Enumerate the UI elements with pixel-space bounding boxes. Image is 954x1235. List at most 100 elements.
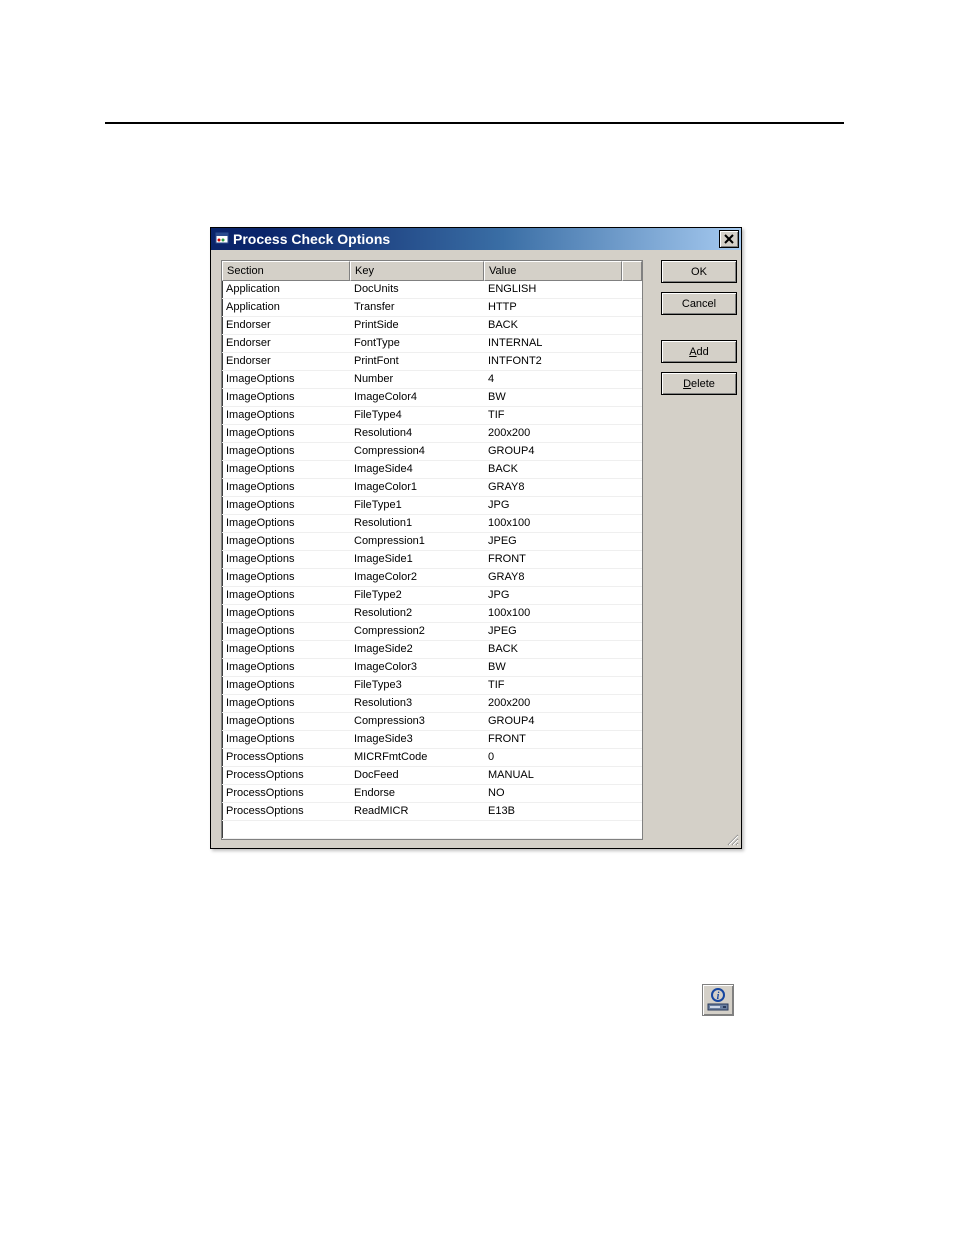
table-row[interactable]: ImageOptionsFileType3TIF	[222, 677, 642, 695]
table-row[interactable]: ProcessOptionsReadMICRE13B	[222, 803, 642, 821]
table-row[interactable]: ImageOptionsResolution3200x200	[222, 695, 642, 713]
cell-spacer	[622, 677, 642, 695]
cell-spacer	[622, 389, 642, 407]
cell-spacer	[622, 497, 642, 515]
table-row[interactable]: EndorserPrintSideBACK	[222, 317, 642, 335]
cell-key: ImageSide1	[350, 551, 484, 569]
header-value[interactable]: Value	[484, 261, 622, 281]
cell-key: Compression1	[350, 533, 484, 551]
cell-value: ENGLISH	[484, 281, 622, 299]
table-row[interactable]: ImageOptionsResolution1100x100	[222, 515, 642, 533]
cell-key: ImageSide3	[350, 731, 484, 749]
header-section[interactable]: Section	[222, 261, 350, 281]
cell-spacer	[622, 569, 642, 587]
cell-key: ImageColor3	[350, 659, 484, 677]
resize-grip[interactable]	[725, 832, 739, 846]
cell-value: MANUAL	[484, 767, 622, 785]
table-row[interactable]: ImageOptionsFileType2JPG	[222, 587, 642, 605]
table-row[interactable]: ImageOptionsImageSide2BACK	[222, 641, 642, 659]
close-button[interactable]	[719, 230, 739, 248]
table-row[interactable]: ImageOptionsFileType1JPG	[222, 497, 642, 515]
add-button[interactable]: Add	[661, 340, 737, 363]
cell-value: GRAY8	[484, 569, 622, 587]
table-row[interactable]: ImageOptionsImageColor1GRAY8	[222, 479, 642, 497]
cell-section: Application	[222, 281, 350, 299]
table-row[interactable]: ImageOptionsCompression2JPEG	[222, 623, 642, 641]
cell-value: BW	[484, 659, 622, 677]
table-row[interactable]: ApplicationTransferHTTP	[222, 299, 642, 317]
cell-key: FontType	[350, 335, 484, 353]
table-row[interactable]: ImageOptionsImageColor2GRAY8	[222, 569, 642, 587]
cell-section: ImageOptions	[222, 659, 350, 677]
table-row[interactable]: ApplicationDocUnitsENGLISH	[222, 281, 642, 299]
table-row[interactable]: ProcessOptionsEndorseNO	[222, 785, 642, 803]
cell-value: TIF	[484, 407, 622, 425]
table-row[interactable]: EndorserPrintFontINTFONT2	[222, 353, 642, 371]
table-row[interactable]: ImageOptionsImageSide1FRONT	[222, 551, 642, 569]
cell-section: ImageOptions	[222, 515, 350, 533]
cell-spacer	[622, 659, 642, 677]
titlebar[interactable]: Process Check Options	[211, 228, 741, 250]
cell-key: ImageSide2	[350, 641, 484, 659]
delete-button[interactable]: Delete	[661, 372, 737, 395]
cell-key: ImageColor4	[350, 389, 484, 407]
table-row[interactable]: EndorserFontTypeINTERNAL	[222, 335, 642, 353]
cell-key: FileType3	[350, 677, 484, 695]
cell-spacer	[622, 785, 642, 803]
cell-section: ImageOptions	[222, 497, 350, 515]
table-row[interactable]: ImageOptionsImageColor3BW	[222, 659, 642, 677]
cell-value: FRONT	[484, 551, 622, 569]
table-row[interactable]: ProcessOptionsDocFeedMANUAL	[222, 767, 642, 785]
cell-key: ImageSide4	[350, 461, 484, 479]
table-row[interactable]: ImageOptionsNumber4	[222, 371, 642, 389]
cancel-button[interactable]: Cancel	[661, 292, 737, 315]
cell-section: ImageOptions	[222, 605, 350, 623]
cell-section: ImageOptions	[222, 443, 350, 461]
table-row[interactable]: ImageOptionsCompression4GROUP4	[222, 443, 642, 461]
cell-spacer	[622, 281, 642, 299]
cell-section: ImageOptions	[222, 677, 350, 695]
cell-spacer	[622, 551, 642, 569]
cell-spacer	[622, 335, 642, 353]
table-row[interactable]: ImageOptionsResolution2100x100	[222, 605, 642, 623]
cell-spacer	[622, 605, 642, 623]
cell-section: ImageOptions	[222, 623, 350, 641]
table-row[interactable]: ImageOptionsCompression3GROUP4	[222, 713, 642, 731]
cell-value: 200x200	[484, 425, 622, 443]
cell-section: ImageOptions	[222, 713, 350, 731]
ok-button[interactable]: OK	[661, 260, 737, 283]
cell-value: HTTP	[484, 299, 622, 317]
cell-value: 200x200	[484, 695, 622, 713]
info-scanner-icon[interactable]: i	[702, 984, 734, 1016]
cell-spacer	[622, 641, 642, 659]
table-row[interactable]: ImageOptionsImageColor4BW	[222, 389, 642, 407]
cell-key: Number	[350, 371, 484, 389]
table-row[interactable]: ProcessOptionsMICRFmtCode0	[222, 749, 642, 767]
cell-value: BACK	[484, 641, 622, 659]
cell-value: NO	[484, 785, 622, 803]
cell-spacer	[622, 533, 642, 551]
cell-key: Resolution3	[350, 695, 484, 713]
table-row[interactable]: ImageOptionsResolution4200x200	[222, 425, 642, 443]
button-column: OK Cancel Add Delete	[643, 260, 737, 840]
cell-value: BACK	[484, 461, 622, 479]
listview-body[interactable]: ApplicationDocUnitsENGLISHApplicationTra…	[222, 281, 642, 839]
table-row[interactable]: ImageOptionsFileType4TIF	[222, 407, 642, 425]
table-row[interactable]: ImageOptionsCompression1JPEG	[222, 533, 642, 551]
cell-spacer	[622, 425, 642, 443]
header-key[interactable]: Key	[350, 261, 484, 281]
cell-key: Compression2	[350, 623, 484, 641]
cell-empty	[222, 821, 350, 839]
close-icon	[724, 234, 734, 244]
options-listview[interactable]: Section Key Value ApplicationDocUnitsENG…	[221, 260, 643, 840]
cell-key: Endorse	[350, 785, 484, 803]
table-row[interactable]: ImageOptionsImageSide3FRONT	[222, 731, 642, 749]
cell-spacer	[622, 767, 642, 785]
cell-spacer	[622, 407, 642, 425]
cell-value: BACK	[484, 317, 622, 335]
cell-value: GROUP4	[484, 443, 622, 461]
cell-value: 4	[484, 371, 622, 389]
cell-section: ProcessOptions	[222, 749, 350, 767]
cell-section: ImageOptions	[222, 533, 350, 551]
table-row[interactable]: ImageOptionsImageSide4BACK	[222, 461, 642, 479]
